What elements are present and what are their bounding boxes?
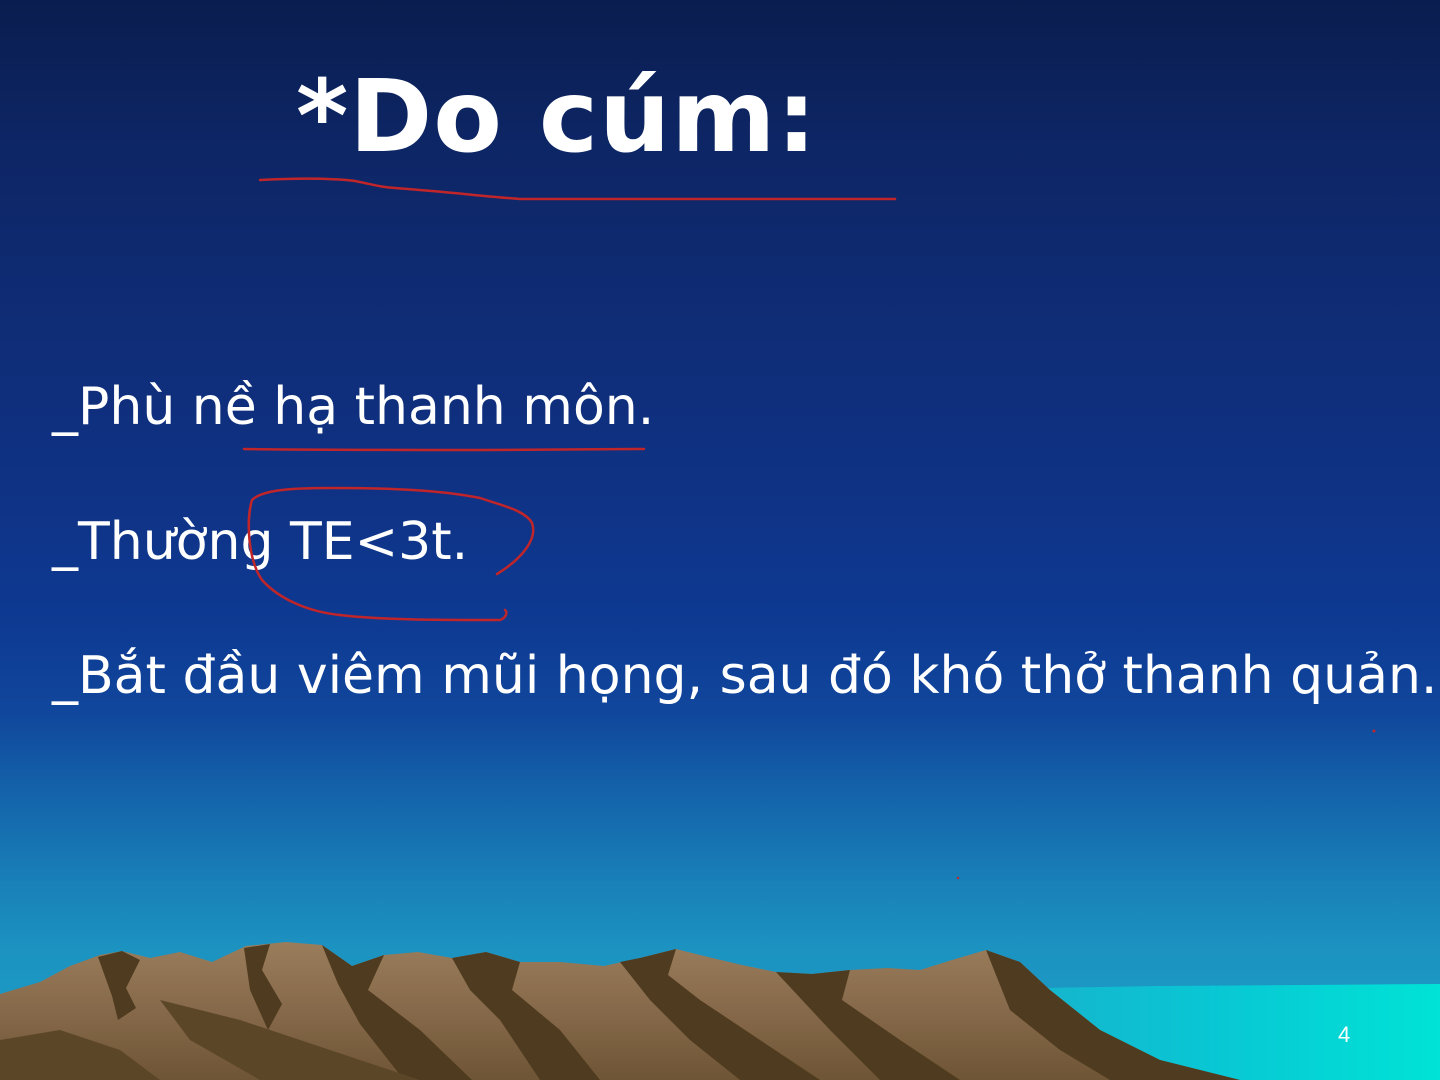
circle-annotation-stroke: [247, 486, 535, 622]
page-number: 4: [1338, 1022, 1351, 1047]
annotation-layer: [242, 177, 897, 622]
slide: *Do cúm: _Phù nề hạ thanh môn. _Thường T…: [0, 0, 1440, 1080]
bullet-underline-stroke: [242, 447, 646, 452]
title-underline-stroke: [258, 177, 897, 201]
